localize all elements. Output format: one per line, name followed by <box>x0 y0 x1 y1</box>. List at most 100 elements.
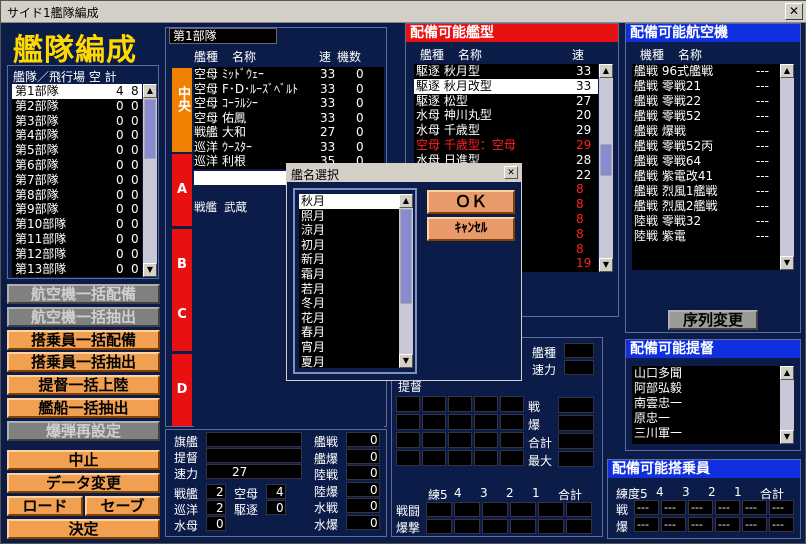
load-button[interactable]: ロード <box>7 496 83 516</box>
scroll-up-icon[interactable]: ▲ <box>599 64 613 78</box>
reorder-button[interactable]: 序列変更 <box>668 310 758 330</box>
scroll-down-icon[interactable]: ▼ <box>599 258 613 272</box>
data-change-button[interactable]: データ変更 <box>7 473 160 493</box>
fleet-list-item[interactable]: 第1部隊 4 8 <box>12 84 142 99</box>
stop-button[interactable]: 中止 <box>7 450 160 470</box>
ship-pool-item[interactable]: 水母 千歳型 29 <box>414 123 598 138</box>
fleet-list-item[interactable]: 第4部隊 0 0 <box>12 128 142 143</box>
fleet-list-item[interactable]: 第13部隊 0 0 <box>12 262 142 277</box>
ship-pool-item[interactable]: 駆逐 秋月改型 33 <box>414 78 598 94</box>
admiral-pool-item[interactable]: 原忠一 <box>632 411 780 426</box>
fleet-list-item[interactable]: 第3部隊 0 0 <box>12 114 142 129</box>
bulk-action-button-5[interactable]: 提督一括上陸 <box>7 375 160 396</box>
dialog-name-item[interactable]: 初月 <box>299 238 399 253</box>
fleet-name-field[interactable]: 第1部隊 <box>169 28 277 44</box>
dialog-cancel-button[interactable]: ｷｬﾝｾﾙ <box>427 217 515 241</box>
bulk-action-button-6[interactable]: 艦船一括抽出 <box>7 398 160 418</box>
dialog-name-item[interactable]: 秋月 <box>299 194 399 209</box>
window-close-button[interactable]: ✕ <box>785 3 803 20</box>
ship-pool-scrollbar[interactable]: ▲ ▼ <box>599 64 613 272</box>
fleet-ship-row[interactable]: 空母 ﾐｯﾄﾞｳｪｰ 33 0 <box>194 67 384 82</box>
scroll-up-icon[interactable]: ▲ <box>780 366 794 380</box>
dialog-close-button[interactable]: ✕ <box>504 166 518 179</box>
dialog-ok-button[interactable]: ＯＫ <box>427 190 515 214</box>
scroll-up-icon[interactable]: ▲ <box>399 194 413 208</box>
decide-button[interactable]: 決定 <box>7 519 160 539</box>
fleet-list-item[interactable]: 第2部隊 0 0 <box>12 99 142 114</box>
ship-pool-item[interactable]: 空母 千歳型：空母 29 <box>414 138 598 153</box>
fleet-ship-row[interactable]: 戦艦 大和 27 0 <box>194 125 384 140</box>
ship-pool-speed: 8 <box>576 241 584 256</box>
dialog-name-item[interactable]: 冬月 <box>299 296 399 311</box>
ship-slot-cell <box>500 450 524 466</box>
aircraft-pool-item[interactable]: 艦戦 零戦52丙 --- <box>632 139 780 154</box>
fleet-empty-slot[interactable] <box>194 171 292 185</box>
bulk-action-button-2[interactable]: 航空機一括抽出 <box>7 306 160 327</box>
ship-pool-item[interactable]: 駆逐 松型 27 <box>414 94 598 109</box>
fleet-item-total: 0 <box>131 231 139 246</box>
dialog-name-item[interactable]: 花月 <box>299 311 399 326</box>
admiral-pool-item[interactable]: 阿部弘毅 <box>632 381 780 396</box>
scroll-down-icon[interactable]: ▼ <box>399 354 413 368</box>
dialog-name-item[interactable]: 宵月 <box>299 340 399 355</box>
crew-pool-header-cell: 4 <box>656 485 664 499</box>
aircraft-pool-item[interactable]: 艦戦 爆戦 --- <box>632 124 780 139</box>
ship-pool-item[interactable]: 駆逐 秋月型 33 <box>414 64 598 79</box>
scroll-down-icon[interactable]: ▼ <box>143 263 157 277</box>
save-button[interactable]: セーブ <box>85 496 160 516</box>
aircraft-pool-item[interactable]: 艦戦 零戦21 --- <box>632 79 780 94</box>
fleet-list-item[interactable]: 第6部隊 0 0 <box>12 158 142 173</box>
admiral-pool-scrollbar[interactable]: ▲ ▼ <box>780 366 794 444</box>
admiral-pool-item[interactable]: 三川軍一 <box>632 426 780 441</box>
scroll-thumb[interactable] <box>600 144 612 176</box>
fleet-ship-row[interactable]: 空母 佑鳳 33 0 <box>194 111 384 126</box>
fleet-item-name: 第2部隊 <box>15 98 59 113</box>
scroll-up-icon[interactable]: ▲ <box>780 64 794 78</box>
fleet-list-scrollbar[interactable]: ▲ ▼ <box>143 84 157 277</box>
scroll-down-icon[interactable]: ▼ <box>780 430 794 444</box>
bulk-action-button-4[interactable]: 搭乗員一括抽出 <box>7 352 160 373</box>
side-label-center: 中央 <box>172 68 192 152</box>
dialog-name-item[interactable]: 春月 <box>299 325 399 340</box>
fleet-list-item[interactable]: 第12部隊 0 0 <box>12 247 142 262</box>
bulk-action-button-1[interactable]: 航空機一括配備 <box>7 284 160 304</box>
aircraft-pool-item[interactable]: 艦戦 紫電改41 --- <box>632 169 780 184</box>
fleet-list-item[interactable]: 第9部隊 0 0 <box>12 202 142 217</box>
dialog-name-item[interactable]: 霜月 <box>299 267 399 282</box>
crew-row-label: 戦闘 <box>396 504 421 518</box>
aircraft-pool-item[interactable]: 陸戦 紫電 --- <box>632 229 780 244</box>
fleet-list-item[interactable]: 第5部隊 0 0 <box>12 143 142 158</box>
aircraft-pool-item[interactable]: 艦戦 零戦52 --- <box>632 109 780 124</box>
bulk-action-button-7[interactable]: 爆弾再設定 <box>7 420 160 441</box>
bulk-action-button-3[interactable]: 搭乗員一括配備 <box>7 329 160 350</box>
fleet-list-item[interactable]: 第7部隊 0 0 <box>12 173 142 188</box>
scroll-down-icon[interactable]: ▼ <box>780 256 794 270</box>
scroll-thumb[interactable] <box>144 99 156 159</box>
fleet-list-item[interactable]: 第11部隊 0 0 <box>12 232 142 247</box>
fleet-list-item[interactable]: 第8部隊 0 0 <box>12 188 142 203</box>
dialog-name-item[interactable]: 若月 <box>299 282 399 297</box>
dialog-name-item[interactable]: 夏月 <box>299 355 399 370</box>
aircraft-pool-item[interactable]: 陸戦 零戦32 --- <box>632 214 780 229</box>
ship-pool-item[interactable]: 水母 神川丸型 20 <box>414 108 598 123</box>
aircraft-pool-item[interactable]: 艦戦 零戦64 --- <box>632 154 780 169</box>
ship-speed: 33 <box>320 67 336 81</box>
fleet-ship-row[interactable]: 巡洋 ｳｰｽﾀｰ 33 0 <box>194 140 384 155</box>
aircraft-pool-scrollbar[interactable]: ▲ ▼ <box>780 64 794 270</box>
ship-pool-speed: 33 <box>576 78 592 93</box>
dialog-scrollbar[interactable]: ▲ ▼ <box>399 194 413 368</box>
fleet-list-item[interactable]: 第10部隊 0 0 <box>12 217 142 232</box>
aircraft-pool-item[interactable]: 艦戦 96式艦戦 --- <box>632 64 780 79</box>
aircraft-pool-item[interactable]: 艦戦 零戦22 --- <box>632 94 780 109</box>
admiral-pool-item[interactable]: 南雲忠一 <box>632 396 780 411</box>
scroll-thumb[interactable] <box>400 209 412 304</box>
fleet-ship-row[interactable]: 空母 ｺｰﾗﾙｼｰ 33 0 <box>194 96 384 111</box>
dialog-name-item[interactable]: 照月 <box>299 209 399 224</box>
aircraft-pool-item[interactable]: 艦戦 烈風1艦戦 --- <box>632 184 780 199</box>
dialog-name-item[interactable]: 涼月 <box>299 223 399 238</box>
fleet-ship-row[interactable]: 空母 F･D･ﾙｰｽﾞﾍﾞﾙﾄ 33 0 <box>194 82 384 97</box>
dialog-name-item[interactable]: 新月 <box>299 252 399 267</box>
scroll-up-icon[interactable]: ▲ <box>143 84 157 98</box>
admiral-pool-item[interactable]: 山口多聞 <box>632 366 780 381</box>
aircraft-pool-item[interactable]: 艦戦 烈風2艦戦 --- <box>632 199 780 214</box>
